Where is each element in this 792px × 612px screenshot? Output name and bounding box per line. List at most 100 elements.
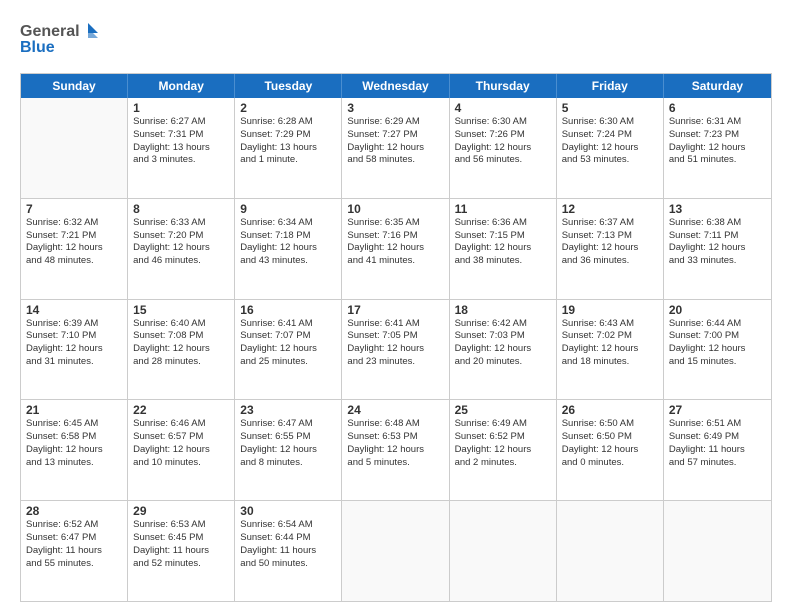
day-number: 15 (133, 303, 229, 317)
svg-text:Blue: Blue (20, 39, 55, 56)
day-number: 24 (347, 403, 443, 417)
day-number: 6 (669, 101, 766, 115)
day-cell-12: 12Sunrise: 6:37 AMSunset: 7:13 PMDayligh… (557, 199, 664, 299)
day-number: 18 (455, 303, 551, 317)
empty-cell (21, 98, 128, 198)
week-row-1: 7Sunrise: 6:32 AMSunset: 7:21 PMDaylight… (21, 199, 771, 300)
day-number: 9 (240, 202, 336, 216)
day-number: 26 (562, 403, 658, 417)
day-cell-16: 16Sunrise: 6:41 AMSunset: 7:07 PMDayligh… (235, 300, 342, 400)
day-info: Sunrise: 6:39 AMSunset: 7:10 PMDaylight:… (26, 318, 122, 369)
week-row-4: 28Sunrise: 6:52 AMSunset: 6:47 PMDayligh… (21, 501, 771, 601)
day-cell-14: 14Sunrise: 6:39 AMSunset: 7:10 PMDayligh… (21, 300, 128, 400)
calendar-header: SundayMondayTuesdayWednesdayThursdayFrid… (21, 74, 771, 98)
day-info: Sunrise: 6:41 AMSunset: 7:07 PMDaylight:… (240, 318, 336, 369)
week-row-3: 21Sunrise: 6:45 AMSunset: 6:58 PMDayligh… (21, 400, 771, 501)
header: General Blue (20, 18, 772, 63)
day-cell-8: 8Sunrise: 6:33 AMSunset: 7:20 PMDaylight… (128, 199, 235, 299)
day-cell-10: 10Sunrise: 6:35 AMSunset: 7:16 PMDayligh… (342, 199, 449, 299)
day-number: 22 (133, 403, 229, 417)
day-number: 12 (562, 202, 658, 216)
day-info: Sunrise: 6:37 AMSunset: 7:13 PMDaylight:… (562, 217, 658, 268)
day-number: 2 (240, 101, 336, 115)
day-cell-29: 29Sunrise: 6:53 AMSunset: 6:45 PMDayligh… (128, 501, 235, 601)
day-info: Sunrise: 6:49 AMSunset: 6:52 PMDaylight:… (455, 418, 551, 469)
day-cell-13: 13Sunrise: 6:38 AMSunset: 7:11 PMDayligh… (664, 199, 771, 299)
week-row-0: 1Sunrise: 6:27 AMSunset: 7:31 PMDaylight… (21, 98, 771, 199)
day-cell-23: 23Sunrise: 6:47 AMSunset: 6:55 PMDayligh… (235, 400, 342, 500)
empty-cell (557, 501, 664, 601)
day-cell-5: 5Sunrise: 6:30 AMSunset: 7:24 PMDaylight… (557, 98, 664, 198)
day-number: 4 (455, 101, 551, 115)
day-header-thursday: Thursday (450, 74, 557, 98)
day-info: Sunrise: 6:40 AMSunset: 7:08 PMDaylight:… (133, 318, 229, 369)
day-cell-7: 7Sunrise: 6:32 AMSunset: 7:21 PMDaylight… (21, 199, 128, 299)
day-cell-17: 17Sunrise: 6:41 AMSunset: 7:05 PMDayligh… (342, 300, 449, 400)
day-cell-30: 30Sunrise: 6:54 AMSunset: 6:44 PMDayligh… (235, 501, 342, 601)
day-info: Sunrise: 6:47 AMSunset: 6:55 PMDaylight:… (240, 418, 336, 469)
day-info: Sunrise: 6:30 AMSunset: 7:24 PMDaylight:… (562, 116, 658, 167)
day-number: 23 (240, 403, 336, 417)
day-info: Sunrise: 6:33 AMSunset: 7:20 PMDaylight:… (133, 217, 229, 268)
day-info: Sunrise: 6:27 AMSunset: 7:31 PMDaylight:… (133, 116, 229, 167)
logo-text: General Blue (20, 18, 100, 63)
day-info: Sunrise: 6:51 AMSunset: 6:49 PMDaylight:… (669, 418, 766, 469)
day-cell-9: 9Sunrise: 6:34 AMSunset: 7:18 PMDaylight… (235, 199, 342, 299)
day-info: Sunrise: 6:29 AMSunset: 7:27 PMDaylight:… (347, 116, 443, 167)
day-number: 13 (669, 202, 766, 216)
day-cell-25: 25Sunrise: 6:49 AMSunset: 6:52 PMDayligh… (450, 400, 557, 500)
calendar: SundayMondayTuesdayWednesdayThursdayFrid… (20, 73, 772, 602)
day-number: 30 (240, 504, 336, 518)
day-info: Sunrise: 6:38 AMSunset: 7:11 PMDaylight:… (669, 217, 766, 268)
week-row-2: 14Sunrise: 6:39 AMSunset: 7:10 PMDayligh… (21, 300, 771, 401)
day-cell-4: 4Sunrise: 6:30 AMSunset: 7:26 PMDaylight… (450, 98, 557, 198)
day-number: 17 (347, 303, 443, 317)
day-info: Sunrise: 6:32 AMSunset: 7:21 PMDaylight:… (26, 217, 122, 268)
day-number: 10 (347, 202, 443, 216)
day-cell-19: 19Sunrise: 6:43 AMSunset: 7:02 PMDayligh… (557, 300, 664, 400)
day-info: Sunrise: 6:30 AMSunset: 7:26 PMDaylight:… (455, 116, 551, 167)
day-cell-1: 1Sunrise: 6:27 AMSunset: 7:31 PMDaylight… (128, 98, 235, 198)
day-cell-3: 3Sunrise: 6:29 AMSunset: 7:27 PMDaylight… (342, 98, 449, 198)
day-info: Sunrise: 6:54 AMSunset: 6:44 PMDaylight:… (240, 519, 336, 570)
day-info: Sunrise: 6:43 AMSunset: 7:02 PMDaylight:… (562, 318, 658, 369)
day-header-sunday: Sunday (21, 74, 128, 98)
day-info: Sunrise: 6:45 AMSunset: 6:58 PMDaylight:… (26, 418, 122, 469)
day-cell-22: 22Sunrise: 6:46 AMSunset: 6:57 PMDayligh… (128, 400, 235, 500)
day-number: 25 (455, 403, 551, 417)
day-info: Sunrise: 6:44 AMSunset: 7:00 PMDaylight:… (669, 318, 766, 369)
page: General Blue SundayMondayTuesdayWednesda… (0, 0, 792, 612)
day-number: 7 (26, 202, 122, 216)
logo: General Blue (20, 18, 100, 63)
day-cell-15: 15Sunrise: 6:40 AMSunset: 7:08 PMDayligh… (128, 300, 235, 400)
day-number: 16 (240, 303, 336, 317)
day-number: 1 (133, 101, 229, 115)
day-cell-26: 26Sunrise: 6:50 AMSunset: 6:50 PMDayligh… (557, 400, 664, 500)
day-info: Sunrise: 6:36 AMSunset: 7:15 PMDaylight:… (455, 217, 551, 268)
day-number: 28 (26, 504, 122, 518)
day-cell-28: 28Sunrise: 6:52 AMSunset: 6:47 PMDayligh… (21, 501, 128, 601)
day-cell-6: 6Sunrise: 6:31 AMSunset: 7:23 PMDaylight… (664, 98, 771, 198)
day-number: 19 (562, 303, 658, 317)
day-info: Sunrise: 6:35 AMSunset: 7:16 PMDaylight:… (347, 217, 443, 268)
empty-cell (664, 501, 771, 601)
day-info: Sunrise: 6:50 AMSunset: 6:50 PMDaylight:… (562, 418, 658, 469)
day-info: Sunrise: 6:41 AMSunset: 7:05 PMDaylight:… (347, 318, 443, 369)
day-header-saturday: Saturday (664, 74, 771, 98)
day-cell-20: 20Sunrise: 6:44 AMSunset: 7:00 PMDayligh… (664, 300, 771, 400)
day-cell-2: 2Sunrise: 6:28 AMSunset: 7:29 PMDaylight… (235, 98, 342, 198)
day-info: Sunrise: 6:48 AMSunset: 6:53 PMDaylight:… (347, 418, 443, 469)
day-number: 27 (669, 403, 766, 417)
day-number: 29 (133, 504, 229, 518)
svg-text:General: General (20, 23, 80, 40)
day-number: 3 (347, 101, 443, 115)
calendar-body: 1Sunrise: 6:27 AMSunset: 7:31 PMDaylight… (21, 98, 771, 601)
day-number: 20 (669, 303, 766, 317)
day-cell-18: 18Sunrise: 6:42 AMSunset: 7:03 PMDayligh… (450, 300, 557, 400)
day-info: Sunrise: 6:42 AMSunset: 7:03 PMDaylight:… (455, 318, 551, 369)
day-cell-21: 21Sunrise: 6:45 AMSunset: 6:58 PMDayligh… (21, 400, 128, 500)
day-info: Sunrise: 6:28 AMSunset: 7:29 PMDaylight:… (240, 116, 336, 167)
day-info: Sunrise: 6:34 AMSunset: 7:18 PMDaylight:… (240, 217, 336, 268)
day-cell-27: 27Sunrise: 6:51 AMSunset: 6:49 PMDayligh… (664, 400, 771, 500)
day-cell-24: 24Sunrise: 6:48 AMSunset: 6:53 PMDayligh… (342, 400, 449, 500)
